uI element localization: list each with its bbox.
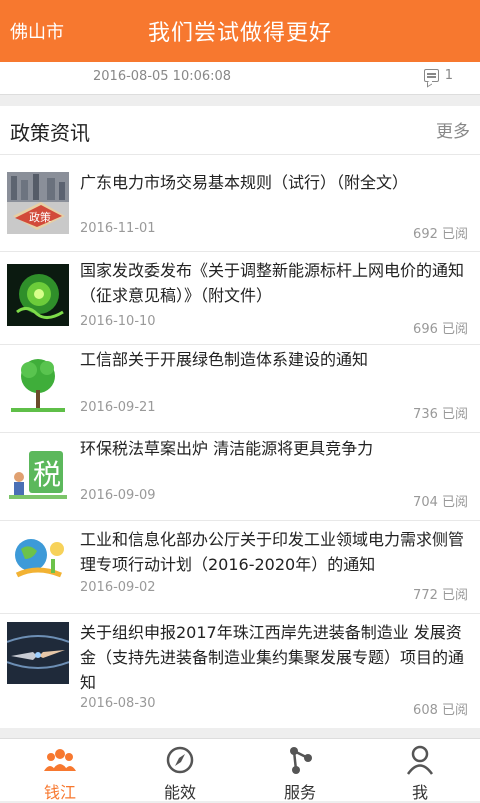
news-read-count: 772 已阅 — [413, 588, 468, 603]
news-read-count: 696 已阅 — [413, 322, 468, 337]
post-timestamp: 2016-08-05 10:06:08 — [93, 69, 232, 84]
tax-character-thumbnail: 税 — [7, 443, 69, 505]
news-title: 关于组织申报2017年珠江西岸先进装备制造业 发展资金（支持先进装备制造业集约集… — [80, 623, 465, 692]
tab-label: 钱江 — [43, 783, 76, 802]
robot-hand-thumbnail — [7, 622, 69, 684]
people-icon — [44, 749, 76, 771]
tab-service[interactable]: 服务 — [240, 739, 360, 802]
news-read-count: 692 已阅 — [413, 227, 468, 242]
post-meta-bar: 2016-08-05 10:06:08 1 — [0, 62, 480, 95]
share-nodes-icon — [290, 747, 312, 774]
news-read-count: 704 已阅 — [413, 495, 468, 510]
news-item[interactable]: 工信部关于开展绿色制造体系建设的通知 2016-09-21 736 已阅 — [0, 345, 480, 433]
policy-news-section: 政策资讯 更多 政策 广东电力市场交易基本规则（试行）（附全文） 2016-11… — [0, 106, 480, 728]
news-read-count: 736 已阅 — [413, 407, 468, 422]
app-header: 佛山市 我们尝试做得更好 — [0, 0, 480, 62]
more-link[interactable]: 更多 — [436, 117, 470, 142]
news-item[interactable]: 税 环保税法草案出炉 清洁能源将更具竞争力 2016-09-09 704 已阅 — [0, 433, 480, 521]
section-header: 政策资讯 更多 — [0, 106, 480, 155]
compass-icon — [166, 746, 194, 774]
news-title: 工信部关于开展绿色制造体系建设的通知 — [80, 350, 369, 369]
comment-button[interactable]: 1 — [423, 68, 453, 83]
tab-me[interactable]: 我 — [360, 739, 480, 802]
news-title: 广东电力市场交易基本规则（试行）（附全文） — [80, 173, 409, 192]
comment-count: 1 — [444, 68, 453, 83]
svg-text:政策: 政策 — [29, 210, 51, 224]
news-title: 环保税法草案出炉 清洁能源将更具竞争力 — [80, 439, 374, 458]
news-date: 2016-09-09 — [80, 488, 156, 503]
svg-text:税: 税 — [33, 458, 61, 491]
news-date: 2016-09-21 — [80, 400, 156, 415]
green-tree-thumbnail — [7, 354, 69, 416]
page-title: 我们尝试做得更好 — [147, 21, 332, 46]
bottom-tab-bar: 钱江 能效 服务 我 — [0, 738, 480, 802]
globe-energy-thumbnail — [7, 529, 69, 591]
news-item[interactable]: 关于组织申报2017年珠江西岸先进装备制造业 发展资金（支持先进装备制造业集约集… — [0, 614, 480, 732]
green-energy-thumbnail — [7, 264, 69, 326]
tab-qianjiang[interactable]: 钱江 — [0, 739, 120, 802]
news-item[interactable]: 国家发改委发布《关于调整新能源标杆上网电价的通知（征求意见稿）》（附文件） 20… — [0, 252, 480, 345]
section-title: 政策资讯 — [10, 121, 90, 145]
policy-book-thumbnail: 政策 — [7, 172, 69, 234]
user-icon — [406, 745, 434, 775]
news-date: 2016-11-01 — [80, 221, 156, 236]
news-title: 国家发改委发布《关于调整新能源标杆上网电价的通知（征求意见稿）》（附文件） — [80, 261, 465, 305]
news-title: 工业和信息化部办公厅关于印发工业领域电力需求侧管理专项行动计划（2016-202… — [80, 530, 465, 574]
news-read-count: 608 已阅 — [413, 703, 468, 718]
tab-energy-efficiency[interactable]: 能效 — [120, 739, 240, 802]
news-date: 2016-10-10 — [80, 314, 156, 329]
tab-label: 我 — [411, 783, 428, 802]
news-item[interactable]: 政策 广东电力市场交易基本规则（试行）（附全文） 2016-11-01 692 … — [0, 155, 480, 252]
tab-label: 服务 — [283, 783, 316, 802]
news-date: 2016-08-30 — [80, 696, 156, 711]
news-item[interactable]: 工业和信息化部办公厅关于印发工业领域电力需求侧管理专项行动计划（2016-202… — [0, 521, 480, 614]
news-date: 2016-09-02 — [80, 580, 156, 595]
tab-label: 能效 — [163, 783, 196, 802]
comment-icon — [423, 69, 439, 82]
